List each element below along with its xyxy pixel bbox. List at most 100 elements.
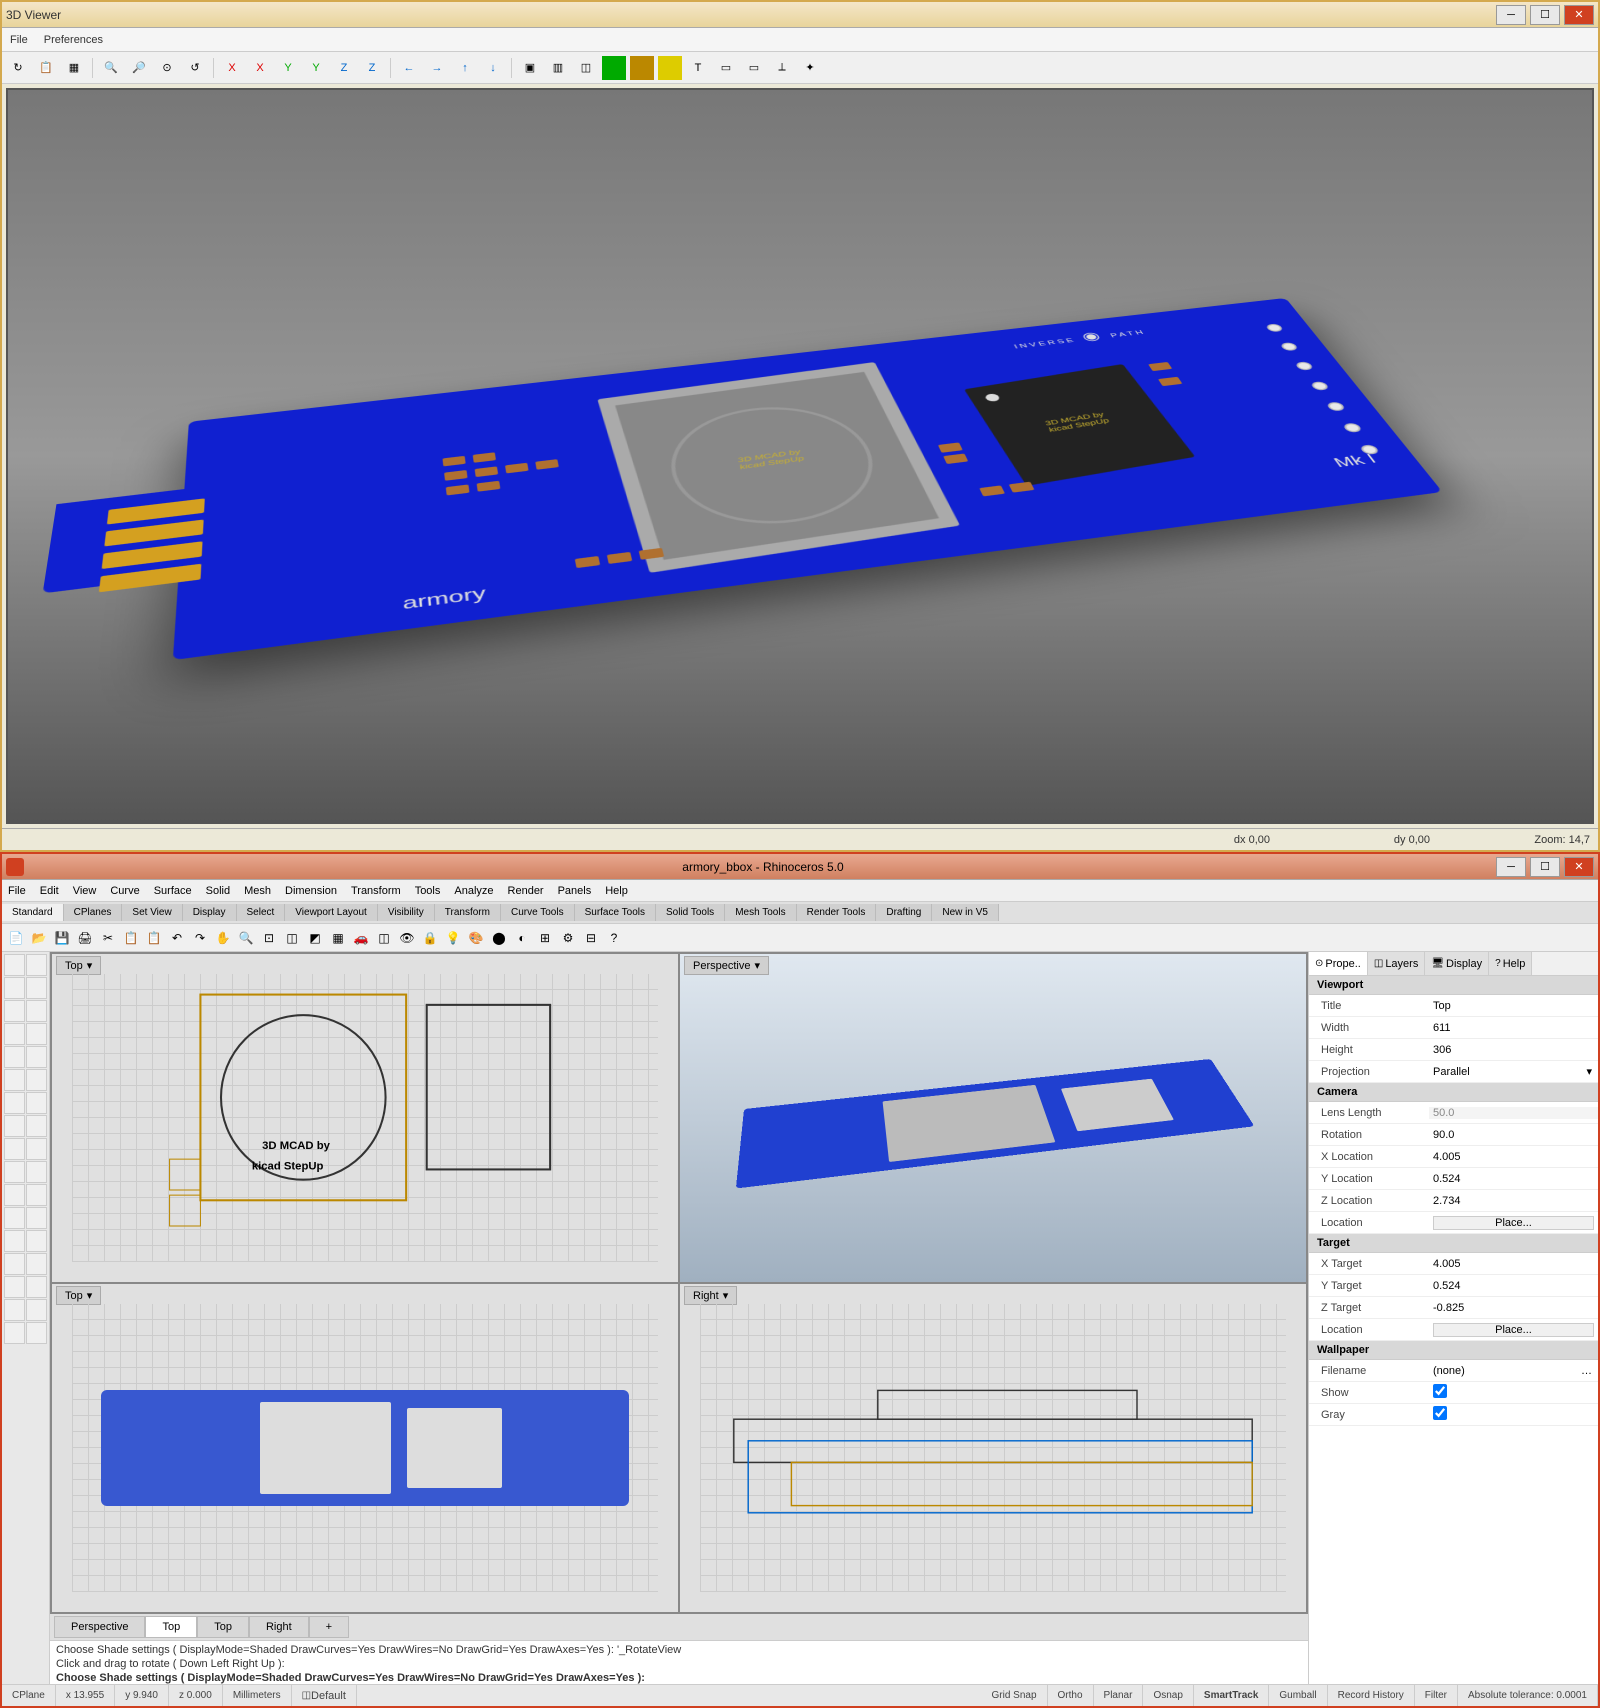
arrow-right-icon[interactable]: → — [425, 56, 449, 80]
redo-icon[interactable]: ↷ — [190, 928, 210, 948]
vp-label-persp[interactable]: Perspective ▾ — [684, 956, 769, 975]
axes-icon[interactable]: ✦ — [798, 56, 822, 80]
tab-cplanes[interactable]: CPlanes — [64, 904, 123, 921]
zoom-out-icon[interactable]: 🔎 — [127, 56, 151, 80]
tool-cone[interactable] — [4, 1138, 25, 1160]
menu-file[interactable]: File — [8, 885, 26, 897]
open-icon[interactable]: 📂 — [29, 928, 49, 948]
tool-rotate[interactable] — [26, 1253, 47, 1275]
tool-mesh[interactable] — [26, 1138, 47, 1160]
prop-ytgt[interactable]: 0.524 — [1429, 1280, 1598, 1292]
tool-polygon[interactable] — [26, 1046, 47, 1068]
menu-curve[interactable]: Curve — [110, 885, 139, 897]
status-history[interactable]: Record History — [1328, 1685, 1415, 1706]
menu-file[interactable]: File — [10, 34, 28, 46]
tool-rect[interactable] — [4, 1046, 25, 1068]
zoom-fit-icon[interactable]: ⊙ — [155, 56, 179, 80]
layer-yellow-icon[interactable] — [658, 56, 682, 80]
tool-array[interactable] — [4, 1299, 25, 1321]
vptab-persp[interactable]: Perspective — [54, 1616, 145, 1638]
z-axis-neg-icon[interactable]: Z — [360, 56, 384, 80]
layers-icon[interactable]: ◫ — [574, 56, 598, 80]
prop-xtgt[interactable]: 4.005 — [1429, 1258, 1598, 1270]
menu-view[interactable]: View — [73, 885, 97, 897]
minimize-button[interactable]: ─ — [1496, 5, 1526, 25]
viewport-perspective[interactable]: Perspective ▾ — [680, 954, 1306, 1282]
tab-viewport[interactable]: Viewport Layout — [285, 904, 378, 921]
undo-icon[interactable]: ↶ — [167, 928, 187, 948]
prop-gray-check[interactable] — [1433, 1406, 1447, 1420]
menu-help[interactable]: Help — [605, 885, 628, 897]
menu-solid[interactable]: Solid — [206, 885, 230, 897]
status-filter[interactable]: Filter — [1415, 1685, 1458, 1706]
status-gumball[interactable]: Gumball — [1269, 1685, 1327, 1706]
text-icon[interactable]: T — [686, 56, 710, 80]
prop-projection[interactable]: Parallel — [1429, 1066, 1580, 1078]
tool-curve[interactable] — [26, 977, 47, 999]
zoom-in-icon[interactable]: 🔍 — [99, 56, 123, 80]
y-axis-neg-icon[interactable]: Y — [304, 56, 328, 80]
z-axis-icon[interactable]: Z — [332, 56, 356, 80]
properties-icon[interactable]: ⊟ — [581, 928, 601, 948]
menu-dimension[interactable]: Dimension — [285, 885, 337, 897]
prop-xloc[interactable]: 4.005 — [1429, 1151, 1598, 1163]
tool-revolve[interactable] — [26, 1161, 47, 1183]
3d-viewport[interactable]: armory 3D MCAD by kicad StepUp 3D MCAD b… — [6, 88, 1594, 824]
prop-show-check[interactable] — [1433, 1384, 1447, 1398]
status-planar[interactable]: Planar — [1094, 1685, 1144, 1706]
menu-mesh[interactable]: Mesh — [244, 885, 271, 897]
viewport-top2[interactable]: Top ▾ — [52, 1284, 678, 1612]
cmd-input[interactable] — [648, 1673, 1048, 1684]
component2-icon[interactable]: ▭ — [742, 56, 766, 80]
lock-icon[interactable]: 🔒 — [420, 928, 440, 948]
prop-yloc[interactable]: 0.524 — [1429, 1173, 1598, 1185]
reload-icon[interactable]: ↻ — [6, 56, 30, 80]
copy-icon[interactable]: 📋 — [34, 56, 58, 80]
close-button[interactable]: ✕ — [1564, 5, 1594, 25]
tab-setview[interactable]: Set View — [122, 904, 182, 921]
tool-circle[interactable] — [4, 1023, 25, 1045]
status-gridsnap[interactable]: Grid Snap — [981, 1685, 1047, 1706]
rhino-minimize-button[interactable]: ─ — [1496, 857, 1526, 877]
shade-icon[interactable]: ⬤ — [489, 928, 509, 948]
rotate-icon[interactable]: ↺ — [183, 56, 207, 80]
options-icon[interactable]: ⚙ — [558, 928, 578, 948]
place-camera-button[interactable]: Place... — [1433, 1216, 1594, 1230]
tool-lasso[interactable] — [26, 954, 47, 976]
tool-box[interactable] — [26, 1092, 47, 1114]
zoom-icon[interactable]: 🔍 — [236, 928, 256, 948]
prop-title[interactable]: Top — [1429, 1000, 1598, 1012]
vp-label-top2[interactable]: Top ▾ — [56, 1286, 101, 1305]
layer-green-icon[interactable] — [602, 56, 626, 80]
ptab-display[interactable]: 🖥 Display — [1425, 952, 1489, 975]
menu-transform[interactable]: Transform — [351, 885, 401, 897]
vptab-top2[interactable]: Top — [197, 1616, 249, 1638]
new-icon[interactable]: 📄 — [6, 928, 26, 948]
viewport-right[interactable]: Right ▾ — [680, 1284, 1306, 1612]
arrow-down-icon[interactable]: ↓ — [481, 56, 505, 80]
menu-tools[interactable]: Tools — [415, 885, 441, 897]
vp-label-top[interactable]: Top ▾ — [56, 956, 101, 975]
menu-analyze[interactable]: Analyze — [454, 885, 493, 897]
menu-edit[interactable]: Edit — [40, 885, 59, 897]
rhino-maximize-button[interactable]: ☐ — [1530, 857, 1560, 877]
hide-icon[interactable]: 👁 — [397, 928, 417, 948]
tab-visibility[interactable]: Visibility — [378, 904, 435, 921]
pan-icon[interactable]: ✋ — [213, 928, 233, 948]
x-axis-icon[interactable]: X — [220, 56, 244, 80]
zoom-all-icon[interactable]: ▦ — [328, 928, 348, 948]
prop-ztgt[interactable]: -0.825 — [1429, 1302, 1598, 1314]
print-icon[interactable]: 🖨 — [75, 928, 95, 948]
tab-mesh[interactable]: Mesh Tools — [725, 904, 796, 921]
copy-icon[interactable]: 📋 — [121, 928, 141, 948]
cubes-icon[interactable]: ▥ — [546, 56, 570, 80]
tool-sweep[interactable] — [4, 1184, 25, 1206]
arrow-up-icon[interactable]: ↑ — [453, 56, 477, 80]
measure-icon[interactable]: ⟂ — [770, 56, 794, 80]
tab-render[interactable]: Render Tools — [797, 904, 877, 921]
tab-display[interactable]: Display — [183, 904, 237, 921]
status-layer[interactable]: ◫ Default — [292, 1685, 357, 1706]
dropdown-icon[interactable]: ▾ — [1580, 1065, 1598, 1078]
tool-select[interactable] — [4, 954, 25, 976]
status-units[interactable]: Millimeters — [223, 1685, 292, 1706]
